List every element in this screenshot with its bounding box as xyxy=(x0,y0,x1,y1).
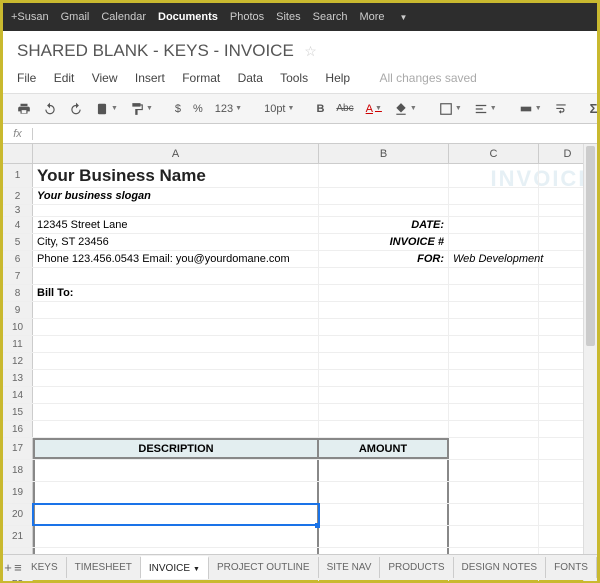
paint-format-icon[interactable]: ▼ xyxy=(126,100,157,118)
nav-gmail[interactable]: Gmail xyxy=(61,11,90,23)
wrap-icon[interactable] xyxy=(550,100,572,118)
fx-label: fx xyxy=(3,128,33,140)
nav-search[interactable]: Search xyxy=(313,11,348,23)
row-18[interactable]: 18 xyxy=(3,460,33,481)
row-17[interactable]: 17 xyxy=(3,438,33,459)
tab-timesheet[interactable]: TIMESHEET xyxy=(67,557,141,578)
row-11[interactable]: 11 xyxy=(3,336,33,352)
column-headers: A B C D xyxy=(3,144,597,164)
menu-help[interactable]: Help xyxy=(325,71,350,85)
print-icon[interactable] xyxy=(13,100,35,118)
all-sheets-button[interactable]: ≡ xyxy=(13,560,23,575)
menu-tools[interactable]: Tools xyxy=(280,71,308,85)
row-14[interactable]: 14 xyxy=(3,387,33,403)
cell-A4[interactable]: 12345 Street Lane xyxy=(33,217,319,233)
functions-icon[interactable]: Σ▼ xyxy=(586,99,600,118)
align-icon[interactable]: ▼ xyxy=(470,100,501,118)
nav-more[interactable]: More▼ xyxy=(359,11,419,23)
redo-icon[interactable] xyxy=(65,100,87,118)
cell-A8[interactable]: Bill To: xyxy=(33,285,319,301)
borders-icon[interactable]: ▼ xyxy=(435,100,466,118)
menu-data[interactable]: Data xyxy=(238,71,263,85)
tab-products[interactable]: PRODUCTS xyxy=(380,557,453,578)
row-13[interactable]: 13 xyxy=(3,370,33,386)
menu-edit[interactable]: Edit xyxy=(54,71,75,85)
add-sheet-button[interactable]: + xyxy=(3,560,13,575)
nav-calendar[interactable]: Calendar xyxy=(101,11,146,23)
nav-photos[interactable]: Photos xyxy=(230,11,264,23)
spreadsheet-grid[interactable]: INVOICE A B C D 1Your Business Name 2You… xyxy=(3,144,597,581)
google-bar: +Susan Gmail Calendar Documents Photos S… xyxy=(3,3,597,31)
col-A[interactable]: A xyxy=(33,144,319,163)
sheet-tabs-bar: + ≡ KEYS TIMESHEET INVOICE▼ PROJECT OUTL… xyxy=(3,554,597,580)
menu-insert[interactable]: Insert xyxy=(135,71,165,85)
document-title[interactable]: SHARED BLANK - KEYS - INVOICE xyxy=(17,41,294,61)
merge-icon[interactable]: ▼ xyxy=(515,100,546,118)
web-clipboard-icon[interactable]: ▼ xyxy=(91,100,122,118)
nav-documents[interactable]: Documents xyxy=(158,11,218,23)
nav-user[interactable]: +Susan xyxy=(11,11,49,23)
fill-color-icon[interactable]: ▼ xyxy=(390,100,421,118)
row-6[interactable]: 6 xyxy=(3,251,33,267)
cell-C6[interactable]: Web Development xyxy=(449,251,539,267)
tab-project-outline[interactable]: PROJECT OUTLINE xyxy=(209,557,319,578)
desc-header[interactable]: DESCRIPTION xyxy=(33,438,319,459)
toolbar: ▼ ▼ $ % 123▼ 10pt▼ B Abc A▼ ▼ ▼ ▼ ▼ Σ▼ xyxy=(3,94,597,124)
row-20[interactable]: 20 xyxy=(3,504,33,525)
number-format-button[interactable]: 123▼ xyxy=(211,101,246,117)
bold-button[interactable]: B xyxy=(312,101,328,117)
select-all-corner[interactable] xyxy=(3,144,33,163)
tab-fonts[interactable]: FONTS xyxy=(546,557,597,578)
formula-bar: fx xyxy=(3,124,597,144)
row-16[interactable]: 16 xyxy=(3,421,33,437)
scrollbar-thumb[interactable] xyxy=(586,146,595,346)
star-icon[interactable]: ☆ xyxy=(304,43,317,59)
currency-button[interactable]: $ xyxy=(171,101,185,117)
row-21[interactable]: 21 xyxy=(3,526,33,547)
tab-keys[interactable]: KEYS xyxy=(23,557,67,578)
row-15[interactable]: 15 xyxy=(3,404,33,420)
menu-bar: File Edit View Insert Format Data Tools … xyxy=(3,67,597,94)
cell-B4[interactable]: DATE: xyxy=(319,217,449,233)
tab-design-notes[interactable]: DESIGN NOTES xyxy=(454,557,547,578)
menu-file[interactable]: File xyxy=(17,71,36,85)
selected-cell[interactable] xyxy=(33,504,319,525)
row-19[interactable]: 19 xyxy=(3,482,33,503)
cell-A5[interactable]: City, ST 23456 xyxy=(33,234,319,250)
strikethrough-button[interactable]: Abc xyxy=(332,101,357,116)
percent-button[interactable]: % xyxy=(189,101,207,117)
cell-A2[interactable]: Your business slogan xyxy=(33,188,319,204)
formula-input[interactable] xyxy=(33,128,597,140)
row-1[interactable]: 1 xyxy=(3,164,33,187)
font-size-button[interactable]: 10pt▼ xyxy=(260,101,298,117)
cell-A6[interactable]: Phone 123.456.0543 Email: you@yourdomane… xyxy=(33,251,319,267)
menu-format[interactable]: Format xyxy=(182,71,220,85)
title-bar: SHARED BLANK - KEYS - INVOICE ☆ xyxy=(3,31,597,67)
row-10[interactable]: 10 xyxy=(3,319,33,335)
row-3[interactable]: 3 xyxy=(3,205,33,216)
save-status: All changes saved xyxy=(379,71,476,85)
amount-header[interactable]: AMOUNT xyxy=(319,438,449,459)
row-2[interactable]: 2 xyxy=(3,188,33,204)
row-12[interactable]: 12 xyxy=(3,353,33,369)
tab-invoice[interactable]: INVOICE▼ xyxy=(141,556,209,579)
undo-icon[interactable] xyxy=(39,100,61,118)
tab-site-nav[interactable]: SITE NAV xyxy=(319,557,381,578)
cell-B6[interactable]: FOR: xyxy=(319,251,449,267)
cell-B5[interactable]: INVOICE # xyxy=(319,234,449,250)
col-B[interactable]: B xyxy=(319,144,449,163)
cell-A1[interactable]: Your Business Name xyxy=(33,164,319,187)
row-9[interactable]: 9 xyxy=(3,302,33,318)
row-5[interactable]: 5 xyxy=(3,234,33,250)
row-8[interactable]: 8 xyxy=(3,285,33,301)
row-4[interactable]: 4 xyxy=(3,217,33,233)
vertical-scrollbar[interactable] xyxy=(583,144,597,581)
row-7[interactable]: 7 xyxy=(3,268,33,284)
text-color-button[interactable]: A▼ xyxy=(362,101,386,117)
nav-sites[interactable]: Sites xyxy=(276,11,300,23)
menu-view[interactable]: View xyxy=(92,71,118,85)
col-C[interactable]: C xyxy=(449,144,539,163)
